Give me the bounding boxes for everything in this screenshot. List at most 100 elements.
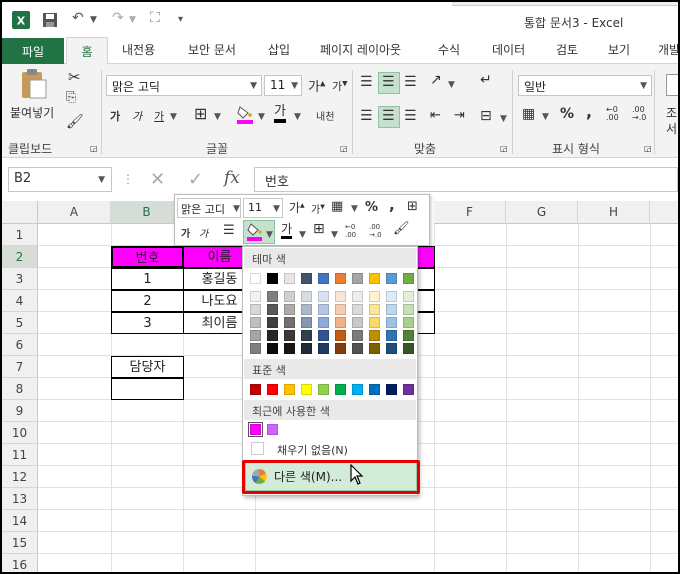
row-header-16[interactable]: 16	[2, 554, 38, 572]
standard-color-swatch[interactable]	[386, 384, 397, 395]
undo-dropdown-icon[interactable]: ▼	[90, 15, 97, 25]
chevron-down-icon[interactable]: ▼	[170, 112, 177, 122]
styles-label-1[interactable]: 조	[666, 104, 677, 121]
theme-color-shade-swatch[interactable]	[403, 304, 414, 315]
column-header-i[interactable]	[650, 201, 678, 224]
cell-header-number[interactable]: 번호	[111, 246, 184, 268]
theme-color-swatch[interactable]	[301, 273, 312, 284]
theme-color-shade-swatch[interactable]	[335, 343, 346, 354]
conditional-format-icon[interactable]	[666, 74, 678, 96]
format-painter-icon[interactable]: 🖌	[66, 114, 84, 130]
mini-decrease-decimal-icon[interactable]: .00 →.0	[369, 223, 382, 239]
mini-accounting-icon[interactable]: ▦	[331, 199, 343, 214]
theme-color-shade-swatch[interactable]	[386, 330, 397, 341]
chevron-down-icon[interactable]: ▼	[448, 80, 455, 90]
undo-icon[interactable]: ↶	[72, 10, 84, 26]
borders-icon[interactable]: ⊞	[194, 104, 207, 123]
theme-color-shade-swatch[interactable]	[284, 291, 295, 302]
theme-color-shade-swatch[interactable]	[318, 291, 329, 302]
align-bottom-icon[interactable]: ☰	[404, 74, 417, 90]
chevron-down-icon[interactable]: ▼	[351, 204, 358, 214]
tab-formulas[interactable]: 수식	[438, 41, 460, 58]
mini-percent-button[interactable]: %	[365, 200, 378, 215]
theme-color-shade-swatch[interactable]	[267, 317, 278, 328]
no-fill-option[interactable]: 채우기 없음(N)	[245, 439, 417, 459]
row-header-7[interactable]: 7	[2, 356, 38, 378]
chevron-down-icon[interactable]: ▼	[299, 230, 306, 240]
cell-number-3[interactable]: 3	[111, 312, 184, 334]
theme-color-shade-swatch[interactable]	[301, 330, 312, 341]
clipboard-launcher-icon[interactable]: ◲	[90, 144, 98, 153]
chevron-down-icon[interactable]: ▼	[542, 112, 549, 122]
name-box[interactable]: B2 ▼	[8, 167, 112, 192]
theme-color-shade-swatch[interactable]	[284, 343, 295, 354]
chevron-down-icon[interactable]: ▼	[640, 81, 647, 91]
mini-font-color-icon[interactable]: 가	[281, 222, 293, 239]
orientation-icon[interactable]: ↗	[430, 72, 442, 88]
theme-color-shade-swatch[interactable]	[284, 304, 295, 315]
decrease-decimal-icon[interactable]: .00 →.0	[632, 106, 646, 122]
styles-label-2[interactable]: 서	[666, 120, 677, 137]
row-header-2[interactable]: 2	[2, 246, 38, 268]
tab-file[interactable]: 파일	[2, 38, 64, 64]
chevron-down-icon[interactable]: ▼	[250, 81, 257, 91]
chevron-down-icon[interactable]: ▼	[331, 230, 338, 240]
number-format-box[interactable]: 일반 ▼	[518, 75, 652, 96]
chevron-down-icon[interactable]: ▼	[266, 230, 273, 240]
cancel-icon[interactable]: ✕	[150, 169, 165, 190]
theme-color-shade-swatch[interactable]	[267, 330, 278, 341]
grow-font-icon[interactable]: 가▲	[308, 76, 325, 95]
redo-icon[interactable]: ↷	[112, 10, 124, 26]
mini-font-name-box[interactable]: 맑은 고디	[177, 198, 241, 218]
mini-borders-icon[interactable]: ⊞	[313, 221, 325, 237]
row-header-15[interactable]: 15	[2, 532, 38, 554]
font-launcher-icon[interactable]: ◲	[340, 144, 348, 153]
theme-color-shade-swatch[interactable]	[301, 317, 312, 328]
row-header-6[interactable]: 6	[2, 334, 38, 356]
theme-color-shade-swatch[interactable]	[301, 291, 312, 302]
copy-icon[interactable]: ⎘	[66, 90, 76, 105]
chevron-down-icon[interactable]: ▼	[214, 112, 221, 122]
standard-color-swatch[interactable]	[250, 384, 261, 395]
tab-home[interactable]: 홈	[66, 37, 108, 65]
redo-dropdown-icon[interactable]: ▼	[129, 15, 136, 25]
theme-color-shade-swatch[interactable]	[318, 304, 329, 315]
theme-color-swatch[interactable]	[267, 273, 278, 284]
tab-page-layout[interactable]: 페이지 레이아웃	[320, 41, 401, 58]
bold-button[interactable]: 가	[110, 108, 120, 124]
tab-review[interactable]: 검토	[556, 41, 578, 58]
cell-manager-label[interactable]: 담당자	[111, 356, 184, 378]
theme-color-shade-swatch[interactable]	[250, 291, 261, 302]
align-top-icon[interactable]: ☰	[360, 74, 373, 90]
theme-color-shade-swatch[interactable]	[403, 330, 414, 341]
theme-color-shade-swatch[interactable]	[369, 291, 380, 302]
standard-color-swatch[interactable]	[301, 384, 312, 395]
row-header-12[interactable]: 12	[2, 466, 38, 488]
theme-color-shade-swatch[interactable]	[318, 317, 329, 328]
chevron-down-icon[interactable]: ▼	[500, 114, 507, 124]
recent-color-swatch[interactable]	[248, 422, 263, 437]
standard-color-swatch[interactable]	[267, 384, 278, 395]
theme-color-shade-swatch[interactable]	[352, 304, 363, 315]
italic-button[interactable]: 가	[132, 108, 142, 124]
mini-format-table-icon[interactable]: ⊞	[407, 199, 418, 214]
theme-color-shade-swatch[interactable]	[352, 343, 363, 354]
theme-color-shade-swatch[interactable]	[335, 304, 346, 315]
mini-increase-decimal-icon[interactable]: ←0.00	[345, 223, 356, 239]
cell-number-2[interactable]: 2	[111, 290, 184, 312]
insert-function-icon[interactable]: fx	[224, 168, 240, 188]
theme-color-shade-swatch[interactable]	[250, 317, 261, 328]
standard-color-swatch[interactable]	[352, 384, 363, 395]
theme-color-shade-swatch[interactable]	[369, 317, 380, 328]
chevron-down-icon[interactable]: ▼	[258, 112, 265, 122]
increase-decimal-icon[interactable]: ←0.00	[606, 106, 619, 122]
theme-color-shade-swatch[interactable]	[267, 343, 278, 354]
theme-color-swatch[interactable]	[318, 273, 329, 284]
chevron-down-icon[interactable]: ▼	[273, 204, 280, 214]
save-icon[interactable]	[42, 12, 58, 28]
paste-label[interactable]: 붙여넣기	[10, 104, 54, 121]
column-header-g[interactable]: G	[506, 201, 578, 224]
mini-bold-button[interactable]: 가	[181, 225, 190, 240]
theme-color-shade-swatch[interactable]	[386, 317, 397, 328]
touch-mode-icon[interactable]: ⛶	[150, 10, 160, 26]
